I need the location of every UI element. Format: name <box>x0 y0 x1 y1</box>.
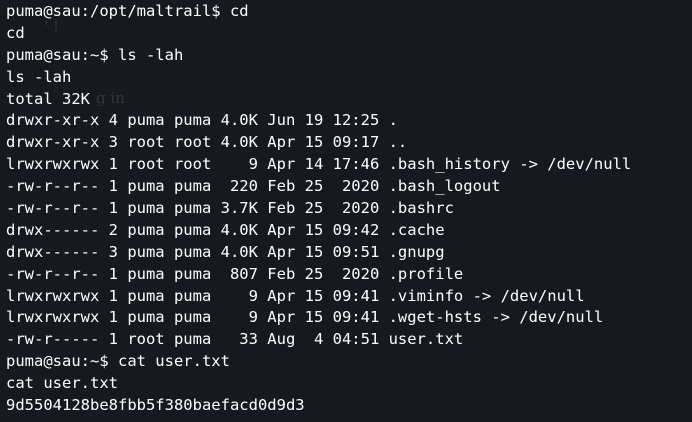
terminal-window[interactable]: puma@sau:/opt/maltrail$ cd cd puma@sau:~… <box>0 0 692 422</box>
terminal-line-echo-cd: cd <box>6 23 25 42</box>
terminal-line-echo-ls: ls -lah <box>6 67 72 86</box>
listing-row-bash-logout: -rw-r--r-- 1 puma puma 220 Feb 25 2020 .… <box>6 177 501 196</box>
listing-row-dot: drwxr-xr-x 4 puma puma 4.0K Jun 19 12:25… <box>6 111 398 130</box>
terminal-line-flag-output: 9d5504128be8fbb5f380baefacd0d9d3 <box>6 396 305 415</box>
listing-row-wget-hsts: lrwxrwxrwx 1 puma puma 9 Apr 15 09:41 .w… <box>6 308 604 327</box>
listing-row-viminfo: lrwxrwxrwx 1 puma puma 9 Apr 15 09:41 .v… <box>6 286 585 305</box>
terminal-line-prompt-cat: puma@sau:~$ cat user.txt <box>6 352 230 371</box>
listing-row-bashrc: -rw-r--r-- 1 puma puma 3.7K Feb 25 2020 … <box>6 199 454 218</box>
listing-row-gnupg: drwx------ 3 puma puma 4.0K Apr 15 09:51… <box>6 242 445 261</box>
listing-row-bash-history: lrwxrwxrwx 1 root root 9 Apr 14 17:46 .b… <box>6 155 632 174</box>
terminal-line-echo-cat: cat user.txt <box>6 374 118 393</box>
terminal-line-total: total 32K <box>6 89 90 108</box>
listing-row-user-txt: -rw-r----- 1 root puma 33 Aug 4 04:51 us… <box>6 330 464 349</box>
terminal-line-prompt-cd: puma@sau:/opt/maltrail$ cd <box>6 2 249 20</box>
terminal-line-prompt-ls: puma@sau:~$ ls -lah <box>6 45 184 64</box>
listing-row-dotdot: drwxr-xr-x 3 root root 4.0K Apr 15 09:17… <box>6 133 408 152</box>
listing-row-cache: drwx------ 2 puma puma 4.0K Apr 15 09:42… <box>6 220 445 239</box>
listing-row-profile: -rw-r--r-- 1 puma puma 807 Feb 25 2020 .… <box>6 264 464 283</box>
